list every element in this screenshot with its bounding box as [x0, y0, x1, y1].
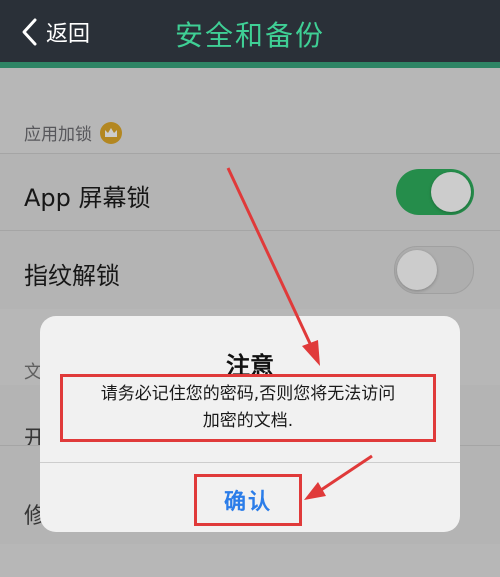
dialog-message-line-1: 请务必记住您的密码,否则您将无法访问	[100, 384, 396, 404]
confirm-button[interactable]: 确认	[194, 474, 302, 526]
alert-dialog: 注意 请务必记住您的密码,否则您将无法访问 加密的文档. 确认	[40, 316, 460, 532]
settings-page: 返回 安全和备份 应用加锁 App 屏幕锁 指纹解锁 开 修 文 注意 请务必记…	[0, 0, 500, 577]
dialog-divider	[40, 462, 460, 463]
page-title: 安全和备份	[174, 19, 325, 52]
nav-bar: 返回 安全和备份	[0, 0, 500, 68]
dialog-message-line-2: 加密的文档.	[202, 411, 294, 431]
dialog-message: 请务必记住您的密码,否则您将无法访问 加密的文档.	[60, 374, 436, 442]
